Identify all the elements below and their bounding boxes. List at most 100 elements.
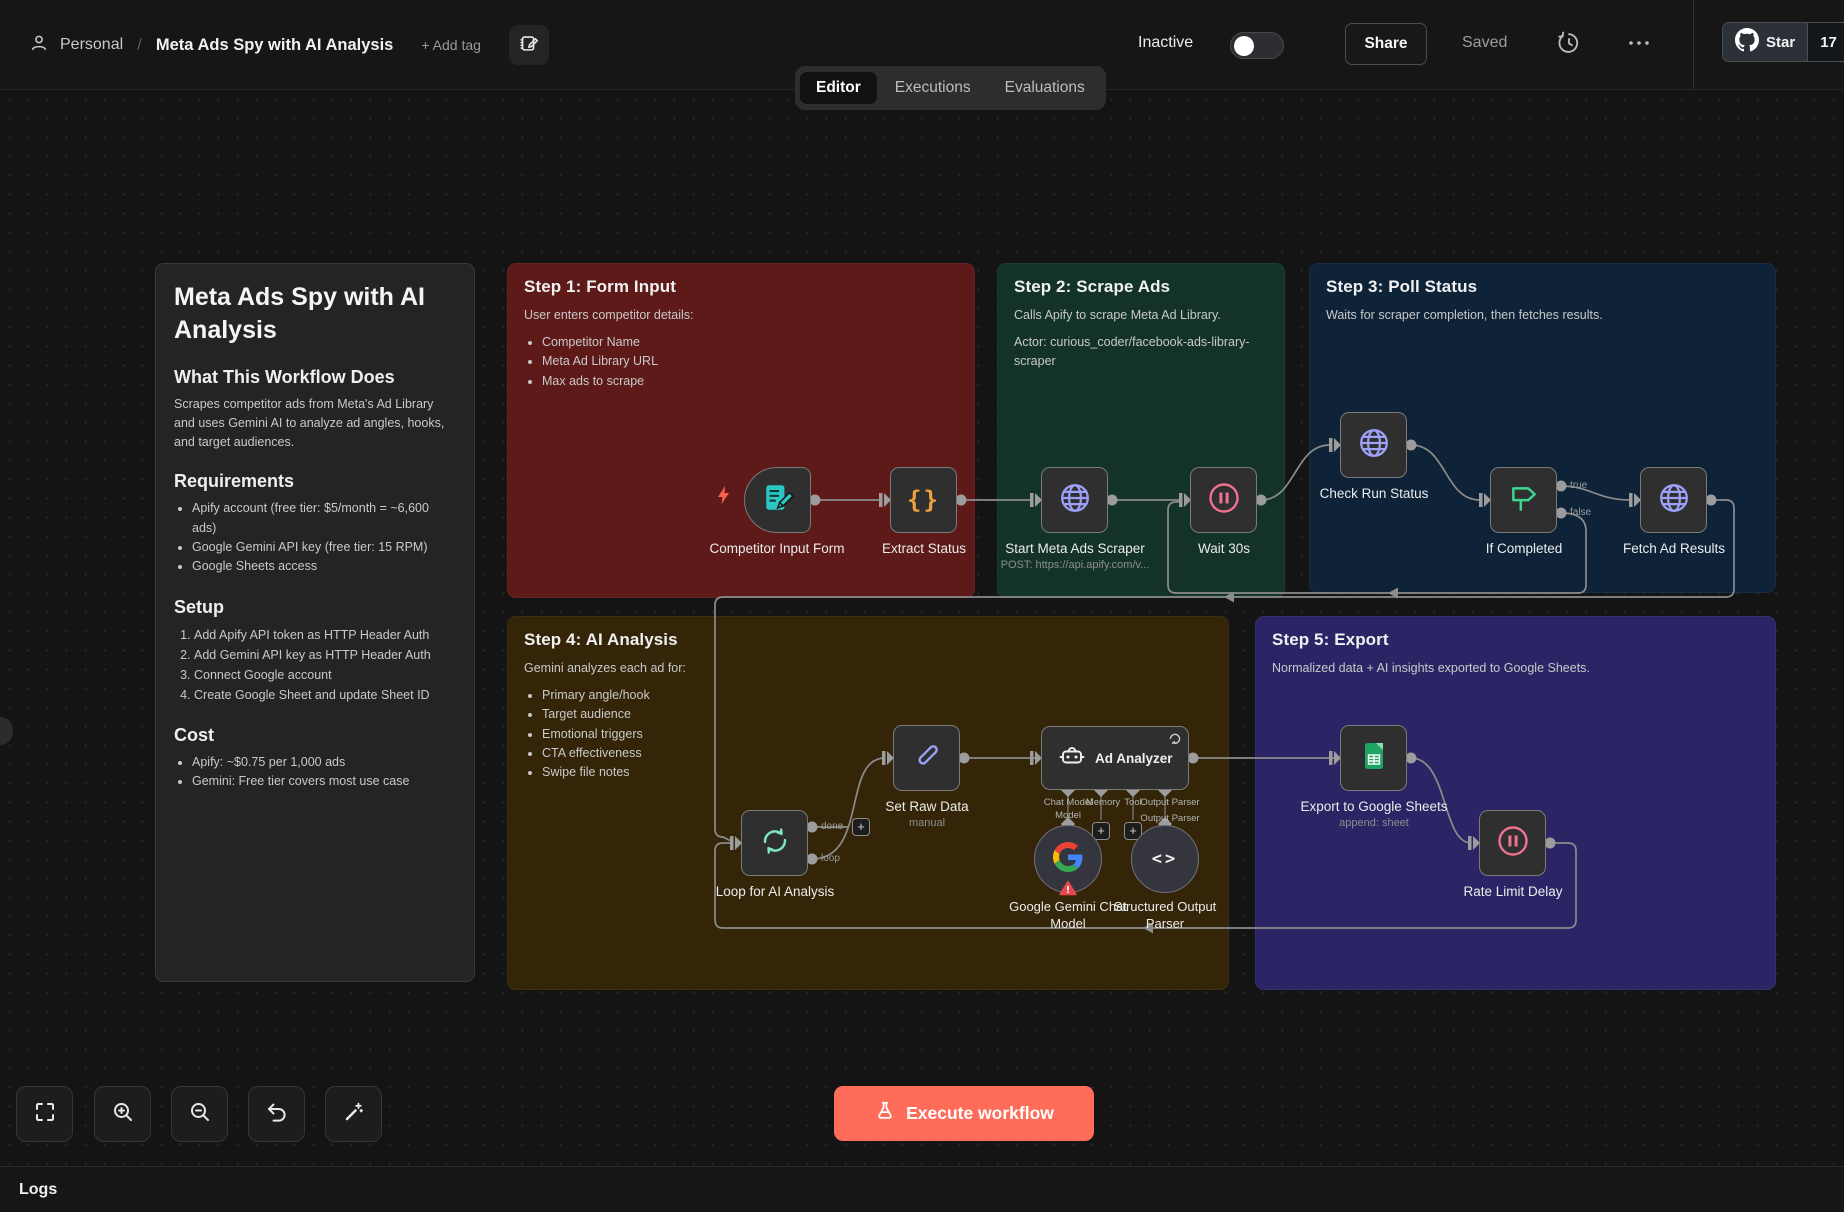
connector-label-memory: Memory [1086,797,1120,808]
breadcrumb-workspace[interactable]: Personal [60,36,123,54]
pause-icon [1207,481,1241,520]
node-label: Export to Google Sheets [1300,799,1447,814]
view-tabs: Editor Executions Evaluations [795,66,1106,110]
output-label-loop: loop [821,853,840,864]
user-icon [28,32,50,59]
node-check-run-status[interactable] [1340,412,1407,478]
note-text: Waits for scraper completion, then fetch… [1326,306,1759,325]
tidy-up-button[interactable] [325,1086,382,1142]
node-if-completed[interactable] [1490,467,1557,533]
node-subtitle: manual [909,817,945,829]
list-item: Apify account (free tier: $5/month = ~6,… [192,499,456,538]
activation-toggle[interactable] [1230,32,1284,59]
form-icon [762,482,794,519]
connector-label-tool: Tool [1124,797,1141,808]
output-label-done: done [821,821,843,832]
note-pencil-icon [518,32,540,59]
node-competitor-input-form[interactable] [744,467,811,533]
node-structured-output-parser[interactable]: <> [1131,825,1199,893]
tab-editor[interactable]: Editor [800,72,877,104]
zoom-in-button[interactable] [94,1086,151,1142]
github-octocat-icon [1735,28,1759,56]
node-label: Start Meta Ads Scraper [1005,541,1145,556]
node-rate-limit-delay[interactable] [1479,810,1546,876]
list-item: Target audience [542,705,1212,724]
node-label: Fetch Ad Results [1623,541,1725,556]
list-item: Meta Ad Library URL [542,352,958,371]
sticky-note-description[interactable]: Meta Ads Spy with AI Analysis What This … [155,263,475,982]
saved-status[interactable]: Saved [1462,34,1507,52]
node-ad-analyzer[interactable]: Ad Analyzer [1041,726,1189,790]
activation-status-label: Inactive [1138,34,1193,52]
github-star-widget[interactable]: Star 17 [1722,22,1844,62]
sticky-note-step4[interactable]: Step 4: AI Analysis Gemini analyzes each… [507,616,1229,990]
trigger-bolt-icon [715,485,733,510]
retry-icon [1169,732,1181,750]
node-label: Wait 30s [1198,541,1250,556]
node-subtitle: POST: https://api.apify.com/v... [1001,559,1150,571]
signpost-if-icon [1508,482,1540,519]
node-label-line: Parser [1114,916,1217,933]
logs-label: Logs [19,1181,57,1199]
workflow-title[interactable]: Meta Ads Spy with AI Analysis [156,36,393,55]
cost-list: Apify: ~$0.75 per 1,000 ads Gemini: Free… [192,753,456,792]
code-brackets-icon: <> [1152,849,1178,869]
node-export-to-google-sheets[interactable] [1340,725,1407,791]
zoom-to-fit-button[interactable] [16,1086,73,1142]
logs-panel-header[interactable]: Logs [0,1166,1844,1212]
execute-workflow-label: Execute workflow [906,1103,1054,1124]
node-loop-for-ai-analysis[interactable] [741,810,808,876]
setup-list: Add Apify API token as HTTP Header Auth … [194,625,456,705]
node-label: Extract Status [882,541,966,556]
more-options-button[interactable] [1626,36,1652,55]
connector-sublabel-model: Model [1055,810,1081,821]
node-wait-30s[interactable] [1190,467,1257,533]
node-label-line: Google Gemini Chat [1009,899,1127,916]
toggle-knob [1234,36,1254,56]
google-g-icon [1053,842,1083,877]
output-label-false: false [1570,507,1591,518]
undo-icon [265,1100,289,1129]
add-node-plus-button[interactable]: + [852,818,870,836]
note-heading-requirements: Requirements [174,471,456,492]
list-item: Max ads to scrape [542,372,958,391]
note-heading-setup: Setup [174,597,456,618]
share-button[interactable]: Share [1345,23,1427,65]
flask-icon [874,1100,896,1127]
n8n-workflow-editor: Meta Ads Spy with AI Analysis What This … [0,0,1844,1212]
history-icon[interactable] [1556,30,1582,61]
node-label: Competitor Input Form [709,541,844,556]
note-title: Step 2: Scrape Ads [1014,277,1268,297]
output-label-true: true [1570,480,1587,491]
breadcrumb-separator: / [137,35,142,55]
globe-icon [1059,482,1091,519]
warning-icon [1059,880,1077,901]
list-item: Gemini: Free tier covers most use case [192,772,456,791]
pen-icon [911,740,943,777]
note-text: Gemini analyzes each ad for: [524,659,1212,678]
node-fetch-ad-results[interactable] [1640,467,1707,533]
node-google-gemini-chat-model[interactable] [1034,825,1102,893]
zoom-out-button[interactable] [171,1086,228,1142]
execute-workflow-button[interactable]: Execute workflow [834,1086,1094,1141]
node-start-meta-ads-scraper[interactable] [1041,467,1108,533]
note-text: User enters competitor details: [524,306,958,325]
note-text-what: Scrapes competitor ads from Meta's Ad Li… [174,395,456,451]
note-text: Calls Apify to scrape Meta Ad Library. [1014,306,1268,325]
add-tag-button[interactable]: + Add tag [421,37,481,53]
node-extract-status[interactable]: {} [890,467,957,533]
node-label-line: Model [1009,916,1127,933]
undo-button[interactable] [248,1086,305,1142]
list-item: Connect Google account [194,665,456,685]
edit-note-button[interactable] [509,25,549,65]
list-item: Add Apify API token as HTTP Header Auth [194,625,456,645]
list-item: Create Google Sheet and update Sheet ID [194,685,456,705]
node-label: Google Gemini Chat Model [1009,899,1127,933]
tab-evaluations[interactable]: Evaluations [989,72,1101,104]
list-item: Google Sheets access [192,557,456,576]
node-set-raw-data[interactable] [893,725,960,791]
tab-executions[interactable]: Executions [879,72,987,104]
zoom-in-icon [111,1100,135,1129]
node-label: Check Run Status [1320,486,1429,501]
list-item: Apify: ~$0.75 per 1,000 ads [192,753,456,772]
